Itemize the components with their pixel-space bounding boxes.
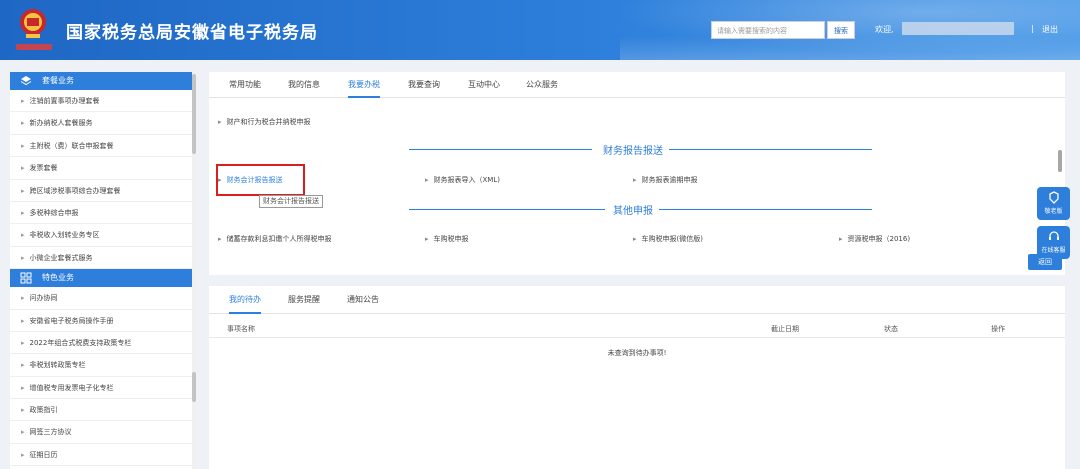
sidebar-item[interactable]: ▸ 多税种综合申报 [10,202,196,225]
todo-panel: 我的待办 服务提醒 通知公告 事项名称 截止日期 状态 操作 未查询到待办事项! [209,286,1065,469]
highlight-box [216,164,305,196]
headset-icon [1048,231,1059,240]
sidebar-item[interactable]: ▸ 小微企业套餐式服务 [10,247,196,270]
column-item-name: 事项名称 [227,325,255,333]
link-vehicle-tax-wechat[interactable]: ▸ 车购税申报(微信版) [633,234,703,244]
sidebar-item[interactable]: ▸ 问办协同 [10,287,196,310]
todo-table-header: 事项名称 截止日期 状态 操作 [209,320,1065,338]
link-resource-tax[interactable]: ▸ 资源税申报（2016) [839,234,910,244]
main-scrollbar[interactable] [1058,150,1062,172]
site-header: 国家税务总局安徽省电子税务局 请输入需要搜索的内容 搜索 欢迎, | 退出 [0,0,1080,60]
tab-service-reminder[interactable]: 服务提醒 [288,286,320,314]
tax-logo-text [16,44,52,50]
sidebar-item[interactable]: ▸ 新办纳税人套餐服务 [10,112,196,135]
sidebar-item[interactable]: ▸ 征期日历 [10,444,196,467]
link-financial-xml-import[interactable]: ▸ 财务报表导入（XML) [425,175,500,185]
sidebar-item[interactable]: ▸ 政策指引 [10,399,196,422]
section-other-declaration: 其他申报 [209,202,1065,217]
tab-common[interactable]: 常用功能 [229,72,261,98]
link-property-tax[interactable]: ▸ 财产和行为税合并纳税申报 [218,117,311,127]
search-button[interactable]: 搜索 [827,21,855,39]
elder-mode-button[interactable]: 敬老版 [1037,187,1070,220]
back-button[interactable]: 返回 [1028,254,1062,270]
site-title: 国家税务总局安徽省电子税务局 [66,23,318,43]
sidebar-item[interactable]: ▸ 增值税专用发票电子化专栏 [10,377,196,400]
grid-icon [20,272,32,284]
top-tabs: 常用功能 我的信息 我要办税 我要查询 互动中心 公众服务 [209,72,1065,98]
todo-tabs: 我的待办 服务提醒 通知公告 [209,286,1065,314]
sidebar-item[interactable]: ▸ 网签三方协议 [10,421,196,444]
section-financial-report: 财务报告报送 [209,142,1065,157]
logout-link[interactable]: 退出 [1042,24,1058,35]
tab-my-todo[interactable]: 我的待办 [229,286,261,314]
sidebar-scrollbar[interactable] [192,72,196,469]
sidebar-item[interactable]: ▸ 2022年组合式税费支持政策专栏 [10,332,196,355]
sidebar-item[interactable]: ▸ 发票套餐 [10,157,196,180]
link-financial-overdue[interactable]: ▸ 财务报表逾期申报 [633,175,698,185]
sidebar-item[interactable]: ▸ 安徽省电子税务局操作手册 [10,310,196,332]
masked-username [902,22,1014,35]
elder-icon [1048,191,1059,204]
sidebar-item[interactable]: ▸ 非税划转政策专栏 [10,354,196,377]
service-panel: 常用功能 我的信息 我要办税 我要查询 互动中心 公众服务 ▸ 财产和行为税合并纳… [209,72,1065,275]
tab-public-service[interactable]: 公众服务 [526,72,558,98]
tab-query[interactable]: 我要查询 [408,72,440,98]
tooltip: 财务会计报告报送 [259,195,323,208]
tab-tax-handling[interactable]: 我要办税 [348,72,380,98]
link-interest-iit[interactable]: ▸ 储蓄存款利息扣缴个人所得税申报 [218,234,332,244]
column-status: 状态 [884,325,898,333]
tax-emblem-icon [20,9,46,38]
sidebar: 套餐业务 ▸ 注销前置事项办理套餐 ▸ 新办纳税人套餐服务 ▸ 主附税（费）联合申报套… [10,72,196,469]
empty-message: 未查询到待办事项! [607,349,667,357]
sidebar-item[interactable]: ▸ 非税收入划转业务专区 [10,224,196,247]
layers-icon [20,76,32,86]
welcome-text: 欢迎, [875,25,894,34]
tab-notice[interactable]: 通知公告 [347,286,379,314]
link-vehicle-tax[interactable]: ▸ 车购税申报 [425,234,469,244]
separator: | [1031,24,1034,33]
column-deadline: 截止日期 [771,325,799,333]
tab-interaction[interactable]: 互动中心 [468,72,500,98]
sidebar-header-feature[interactable]: 特色业务 [10,269,196,288]
sidebar-header-package[interactable]: 套餐业务 [10,72,196,90]
tab-my-info[interactable]: 我的信息 [288,72,320,98]
column-action: 操作 [991,325,1005,333]
sidebar-item[interactable]: ▸ 注销前置事项办理套餐 [10,90,196,113]
search-input[interactable]: 请输入需要搜索的内容 [711,21,825,39]
sidebar-item[interactable]: ▸ 跨区域涉税事项综合办理套餐 [10,180,196,202]
sidebar-item[interactable]: ▸ 主附税（费）联合申报套餐 [10,135,196,158]
